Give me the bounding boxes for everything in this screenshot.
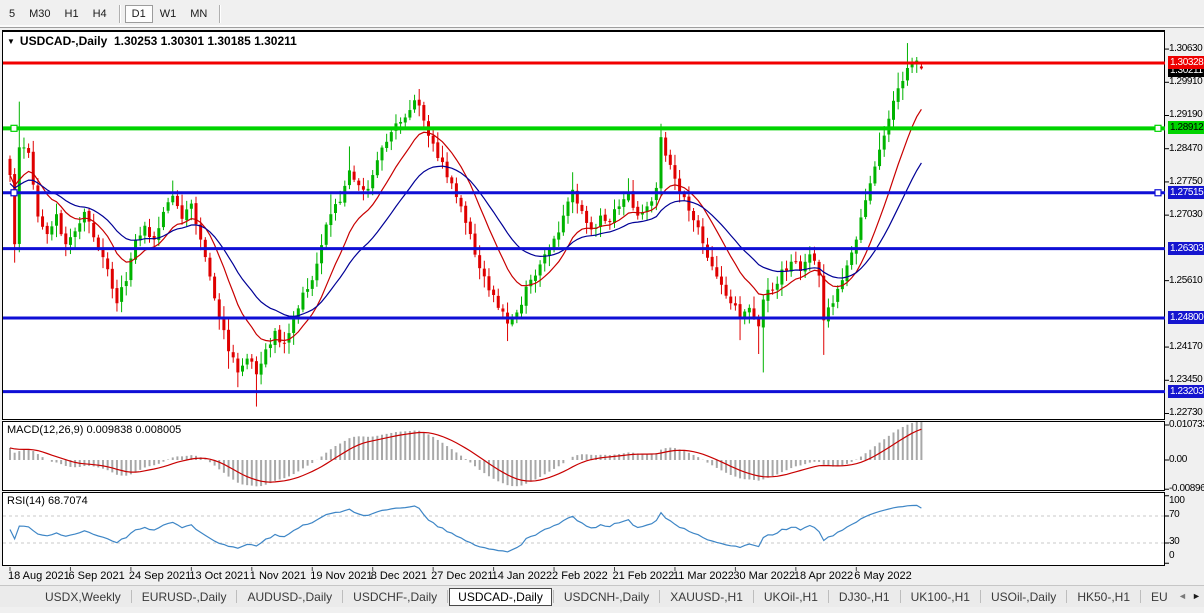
- timeframe-button-5[interactable]: 5: [2, 5, 22, 23]
- date-axis-label: 1 Nov 2021: [250, 570, 306, 582]
- tab-separator: [131, 590, 132, 603]
- timeframe-button-mn[interactable]: MN: [183, 5, 214, 23]
- date-axis-label: 30 Mar 2022: [733, 570, 795, 582]
- date-axis-label: 8 Dec 2021: [371, 570, 427, 582]
- toolbar-separator: [219, 5, 220, 23]
- macd-values: 0.009838 0.008005: [86, 424, 181, 436]
- chart-title: ▼ USDCAD-,Daily 1.30253 1.30301 1.30185 1…: [7, 34, 297, 48]
- chart-tab-eurusd-daily[interactable]: EURUSD-,Daily: [133, 588, 236, 606]
- price-flag-1-28912: 1.28912: [1168, 121, 1204, 134]
- date-axis-label: 27 Dec 2021: [431, 570, 493, 582]
- date-axis-label: 14 Jan 2022: [492, 570, 553, 582]
- date-axis-label: 2 Feb 2022: [552, 570, 608, 582]
- chart-tab-hk50-h1[interactable]: HK50-,H1: [1068, 588, 1139, 606]
- tab-scroll-left-icon[interactable]: ◄: [1178, 591, 1187, 601]
- symbol-dropdown-icon[interactable]: ▼: [7, 37, 15, 46]
- tab-separator: [980, 590, 981, 603]
- macd-name: MACD(12,26,9): [7, 424, 83, 436]
- chart-tab-uk100-h1[interactable]: UK100-,H1: [902, 588, 979, 606]
- tab-separator: [828, 590, 829, 603]
- timeframe-button-h1[interactable]: H1: [58, 5, 86, 23]
- price-flag-1-26303: 1.26303: [1168, 242, 1204, 255]
- price-axis-tick: 1.24170: [1169, 341, 1204, 353]
- timeframe-button-d1[interactable]: D1: [125, 5, 153, 23]
- price-axis-tick: 1.28470: [1169, 143, 1204, 155]
- tab-separator: [753, 590, 754, 603]
- tab-separator: [342, 590, 343, 603]
- tab-scroll-right-icon[interactable]: ►: [1192, 591, 1201, 601]
- price-flag-1-27515: 1.27515: [1168, 186, 1204, 199]
- timeframe-toolbar: 5M30H1H4 D1W1MN: [0, 0, 1204, 28]
- chart-tab-usdcnh-daily[interactable]: USDCNH-,Daily: [555, 588, 658, 606]
- price-axis-tick: 1.22730: [1169, 407, 1204, 419]
- date-axis-label: 6 Sep 2021: [68, 570, 124, 582]
- date-axis-label: 13 Oct 2021: [189, 570, 249, 582]
- chart-tab-audusd-daily[interactable]: AUDUSD-,Daily: [238, 588, 341, 606]
- rsi-indicator-label: RSI(14) 68.7074: [7, 495, 88, 507]
- rsi-name: RSI(14): [7, 495, 45, 507]
- price-axis-tick: 1.29190: [1169, 109, 1204, 121]
- chart-tab-dj30-h1[interactable]: DJ30-,H1: [830, 588, 899, 606]
- chart-tab-xauusd-h1[interactable]: XAUUSD-,H1: [661, 588, 752, 606]
- tab-separator: [900, 590, 901, 603]
- timeframe-button-m30[interactable]: M30: [22, 5, 57, 23]
- macd-axis-label: -0.008966: [1169, 483, 1204, 495]
- date-axis-label: 19 Nov 2021: [310, 570, 372, 582]
- chart-tab-bar: USDX,WeeklyEURUSD-,DailyAUDUSD-,DailyUSD…: [0, 585, 1204, 607]
- price-axis-tick: 1.25610: [1169, 275, 1204, 287]
- price-flag-1-30328: 1.30328: [1168, 56, 1204, 69]
- chart-tab-ukoil-h1[interactable]: UKOil-,H1: [755, 588, 827, 606]
- date-axis-label: 6 May 2022: [854, 570, 911, 582]
- tab-separator: [236, 590, 237, 603]
- tab-separator: [553, 590, 554, 603]
- date-axis-label: 11 Mar 2022: [673, 570, 734, 582]
- macd-indicator-label: MACD(12,26,9) 0.009838 0.008005: [7, 424, 181, 436]
- rsi-axis-label: 100: [1169, 495, 1204, 507]
- price-axis-tick: 1.30630: [1169, 43, 1204, 55]
- symbol-name: USDCAD-,Daily: [20, 34, 107, 48]
- chart-tab-usdx-weekly[interactable]: USDX,Weekly: [36, 588, 130, 606]
- chart-tab-usdcad-daily[interactable]: USDCAD-,Daily: [449, 588, 552, 606]
- tab-separator: [1140, 590, 1141, 603]
- price-axis-tick: 1.27030: [1169, 209, 1204, 221]
- price-axis-tick: 1.29910: [1169, 76, 1204, 88]
- date-axis-label: 18 Aug 2021: [8, 570, 70, 582]
- tab-separator: [447, 590, 448, 603]
- price-flag-1-23203: 1.23203: [1168, 385, 1204, 398]
- chart-tab-usdchf-daily[interactable]: USDCHF-,Daily: [344, 588, 446, 606]
- toolbar-separator: [119, 5, 120, 23]
- timeframe-button-w1[interactable]: W1: [153, 5, 184, 23]
- trading-terminal: { "toolbar": { "timeframes": [ {"label":…: [0, 0, 1204, 613]
- date-axis-label: 24 Sep 2021: [129, 570, 191, 582]
- tab-separator: [1066, 590, 1067, 603]
- date-axis-label: 21 Feb 2022: [613, 570, 675, 582]
- tab-separator: [659, 590, 660, 603]
- chart-tab-eu[interactable]: EU: [1142, 588, 1177, 606]
- rsi-value: 68.7074: [48, 495, 88, 507]
- macd-axis-label: 0.00: [1169, 454, 1204, 466]
- chart-tab-usoil-daily[interactable]: USOil-,Daily: [982, 588, 1065, 606]
- date-axis-label: 18 Apr 2022: [794, 570, 853, 582]
- price-flag-1-24800: 1.24800: [1168, 311, 1204, 324]
- timeframe-button-h4[interactable]: H4: [86, 5, 114, 23]
- rsi-panel[interactable]: [2, 492, 1165, 566]
- rsi-axis-label: 70: [1169, 509, 1204, 521]
- rsi-axis-label: 0: [1169, 550, 1204, 562]
- macd-axis-label: 0.010733: [1169, 419, 1204, 431]
- ohlc-values: 1.30253 1.30301 1.30185 1.30211: [114, 34, 297, 48]
- main-chart-panel[interactable]: [2, 30, 1165, 420]
- rsi-axis-label: 30: [1169, 536, 1204, 548]
